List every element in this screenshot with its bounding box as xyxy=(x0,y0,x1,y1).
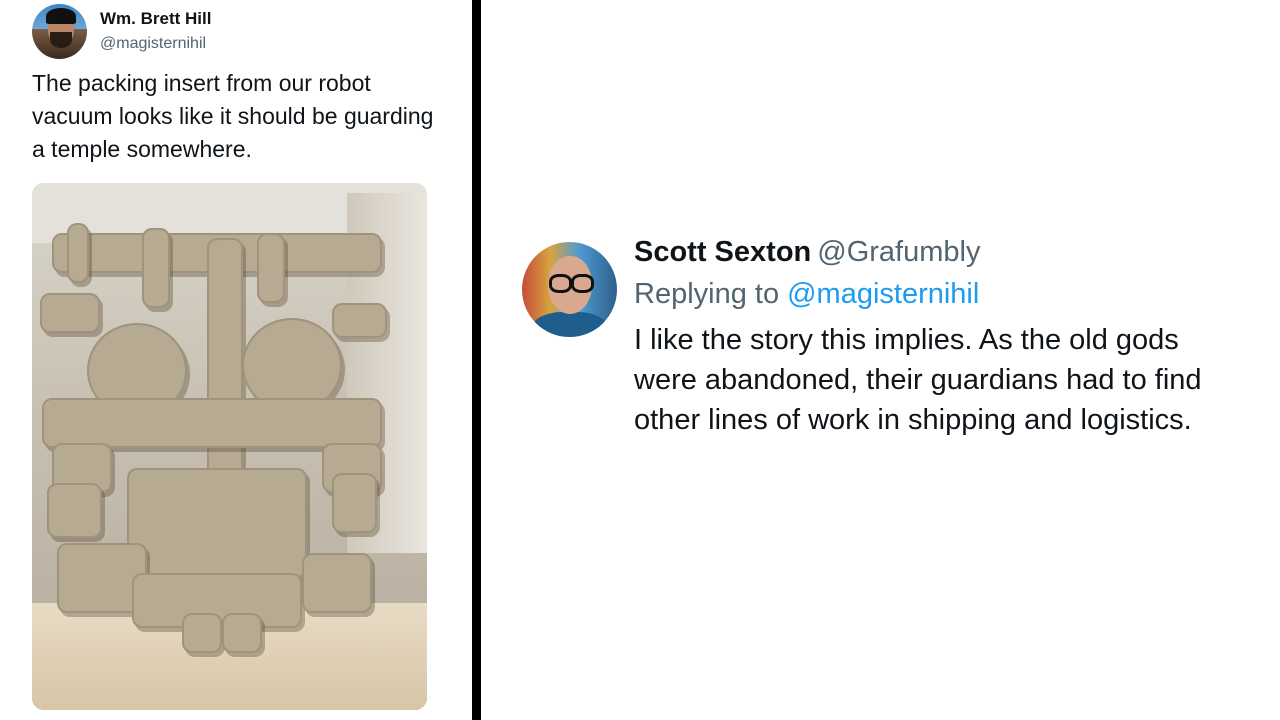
avatar[interactable] xyxy=(522,242,617,337)
original-tweet: Wm. Brett Hill @magisternihil The packin… xyxy=(0,0,472,720)
divider xyxy=(472,0,481,720)
user-handle[interactable]: @Grafumbly xyxy=(817,236,980,268)
avatar[interactable] xyxy=(32,4,87,59)
tweet-text: The packing insert from our robot vacuum… xyxy=(32,70,434,162)
display-name[interactable]: Scott Sexton xyxy=(634,236,811,268)
tweet-photo[interactable] xyxy=(32,183,427,710)
tweet-text: I like the story this implies. As the ol… xyxy=(634,324,1202,436)
replying-to-line: Replying to @magisternihil xyxy=(634,278,979,311)
display-name[interactable]: Wm. Brett Hill xyxy=(100,9,211,29)
reply-tweet: Scott Sexton @Grafumbly Replying to @magis… xyxy=(481,0,1280,720)
mention-link[interactable]: @magisternihil xyxy=(787,278,979,310)
replying-label: Replying to xyxy=(634,278,780,310)
user-handle[interactable]: @magisternihil xyxy=(100,35,206,53)
author-line: Scott Sexton @Grafumbly xyxy=(634,236,980,269)
